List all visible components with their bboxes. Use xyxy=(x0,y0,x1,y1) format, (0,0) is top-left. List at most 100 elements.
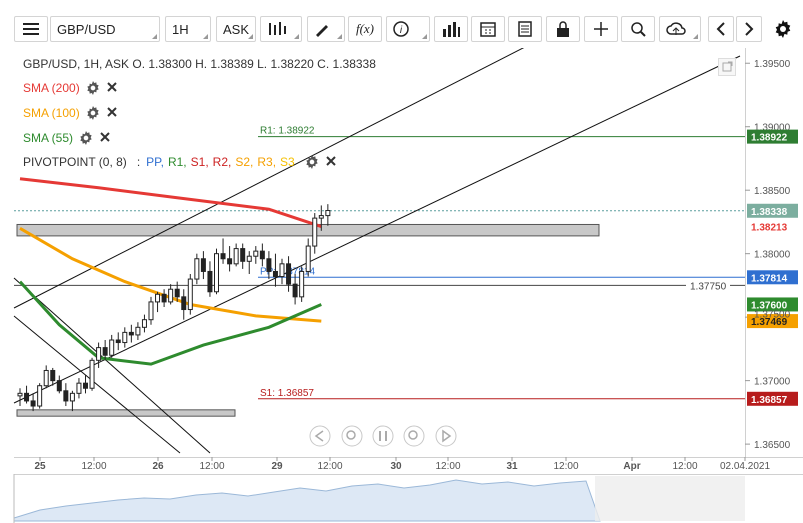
x-tick-label: 31 xyxy=(506,461,518,472)
gear-icon xyxy=(775,20,791,38)
indicator-settings-gear-icon[interactable] xyxy=(86,81,100,95)
pivot-line-label: S1: 1.36857 xyxy=(260,388,314,399)
indicator-close-icon[interactable] xyxy=(106,81,120,95)
news-button[interactable] xyxy=(508,16,542,42)
menu-button[interactable] xyxy=(14,16,48,42)
candle-body xyxy=(128,331,134,336)
support-resistance-zone xyxy=(16,223,600,237)
x-tick-label: Apr xyxy=(623,461,640,472)
pivot-part-label: R2, xyxy=(212,155,232,169)
candle-body xyxy=(305,245,311,272)
level-line-label: 1.37750 xyxy=(690,281,727,292)
candle-body xyxy=(69,392,75,402)
candle-body xyxy=(220,253,226,260)
candle-body xyxy=(17,392,23,397)
y-tick-label: 1.39500 xyxy=(754,59,791,70)
draw-icon xyxy=(316,25,328,37)
indicator-legend-row: SMA (55) xyxy=(23,131,113,145)
expand-button[interactable] xyxy=(718,58,736,76)
candle-body xyxy=(174,288,180,298)
lock-button[interactable] xyxy=(546,16,580,42)
symbol-dropdown[interactable]: GBP/USD xyxy=(50,16,160,42)
x-tick-label: 12:00 xyxy=(317,461,342,472)
pivot-gear-icon[interactable] xyxy=(305,155,319,169)
price-type-dropdown[interactable]: ASK xyxy=(216,16,256,42)
candle-body xyxy=(161,293,167,303)
pivot-part-label: S2, xyxy=(235,155,254,169)
y-tick-label: 1.36500 xyxy=(754,440,791,451)
zoom-button[interactable] xyxy=(621,16,655,42)
candle-body xyxy=(253,250,259,257)
info-dropdown[interactable]: i xyxy=(386,16,430,42)
indicator-label: SMA (200) xyxy=(23,81,80,95)
candle-body xyxy=(148,301,154,321)
candle-body xyxy=(122,331,128,344)
x-tick-label: 29 xyxy=(271,461,283,472)
candle-body xyxy=(246,255,252,262)
price-type-label: ASK xyxy=(223,21,250,37)
candle-body xyxy=(24,392,30,402)
y-tick-label: 1.38500 xyxy=(754,186,791,197)
candle-body xyxy=(292,283,298,298)
indicator-settings-gear-icon[interactable] xyxy=(86,106,100,120)
pivot-sep: : xyxy=(136,155,141,169)
candle-body xyxy=(181,296,187,311)
candle-body xyxy=(200,258,206,272)
indicators-button[interactable] xyxy=(434,16,468,42)
lock-icon xyxy=(557,21,569,37)
candle-body xyxy=(279,263,285,278)
pivot-price-badge: 1.36857 xyxy=(751,395,788,406)
pivot-price-badge: 1.38922 xyxy=(751,133,788,144)
x-tick-label: 26 xyxy=(152,461,164,472)
chevron-right-icon xyxy=(745,22,754,36)
x-tick-label: 12:00 xyxy=(435,461,460,472)
cloud-dropdown[interactable] xyxy=(659,16,701,42)
draw-dropdown[interactable] xyxy=(307,16,345,42)
price-chart[interactable]: 1.365001.370001.375001.380001.385001.390… xyxy=(0,48,803,523)
cloud-upload-icon xyxy=(666,22,686,35)
ohlc-info: GBP/USD, 1H, ASK O. 1.38300 H. 1.38389 L… xyxy=(23,57,376,71)
pivot-part-label: S3 xyxy=(280,155,295,169)
chart-type-dropdown[interactable] xyxy=(260,16,302,42)
candle-body xyxy=(168,288,174,303)
x-tick-label: 12:00 xyxy=(199,461,224,472)
x-tick-label: 30 xyxy=(390,461,402,472)
candle-body xyxy=(233,248,239,265)
chart-area[interactable]: 1.365001.370001.375001.380001.385001.390… xyxy=(0,48,803,523)
candle-body xyxy=(318,215,324,219)
sma-200-line xyxy=(19,177,322,229)
scroll-right-button[interactable] xyxy=(736,16,762,42)
pivot-part-label: S1, xyxy=(190,155,209,169)
function-button[interactable]: f(x) xyxy=(348,16,382,42)
scroll-left-button[interactable] xyxy=(708,16,734,42)
pivot-part-label: R1, xyxy=(167,155,187,169)
indicator-close-icon[interactable] xyxy=(99,131,113,145)
candle-body xyxy=(43,369,49,387)
crosshair-button[interactable] xyxy=(584,16,618,42)
candle-body xyxy=(63,390,69,402)
symbol-label: GBP/USD xyxy=(57,21,116,37)
pivot-line-label: R1: 1.38922 xyxy=(260,126,315,137)
calendar-button[interactable] xyxy=(471,16,505,42)
pause-button xyxy=(372,425,394,447)
candle-body xyxy=(135,326,141,336)
descending-trend-line xyxy=(13,277,211,454)
timeframe-label: 1H xyxy=(172,21,189,37)
crosshair-icon xyxy=(594,22,608,36)
settings-button[interactable] xyxy=(768,16,798,42)
timeframe-dropdown[interactable]: 1H xyxy=(165,16,211,42)
info-icon: i xyxy=(393,21,409,37)
candle-body xyxy=(30,400,36,407)
indicator-close-icon[interactable] xyxy=(106,106,120,120)
menu-icon xyxy=(23,23,39,35)
bars-icon xyxy=(443,22,460,37)
candle-body xyxy=(102,347,108,356)
pivot-close-icon[interactable] xyxy=(325,155,339,169)
indicator-label: SMA (55) xyxy=(23,131,74,145)
candle-body xyxy=(187,278,193,311)
indicator-settings-gear-icon[interactable] xyxy=(79,131,93,145)
candle-body xyxy=(325,210,331,217)
x-tick-label: 12:00 xyxy=(81,461,106,472)
extra-tick-label: 1.37500 xyxy=(754,309,791,320)
expand-icon xyxy=(722,61,733,72)
